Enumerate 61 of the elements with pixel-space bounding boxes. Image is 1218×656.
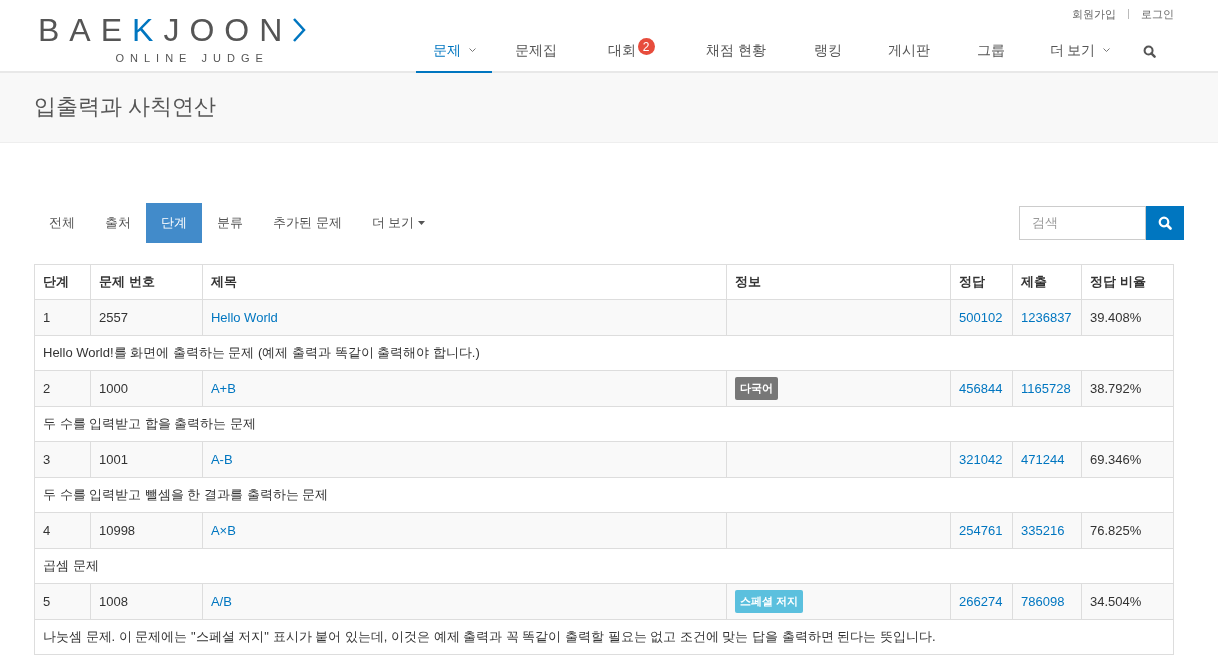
- table-cell: 69.346%: [1089, 451, 1142, 467]
- page-title: 입출력과 사칙연산: [34, 93, 217, 121]
- nav-item[interactable]: 대회 2: [580, 34, 682, 73]
- problem-link[interactable]: Hello World: [210, 309, 278, 325]
- notification-badge: 2: [637, 38, 655, 55]
- nav-item[interactable]: 문제집: [492, 34, 580, 73]
- table-cell: 4: [43, 522, 51, 538]
- nav-item[interactable]: 게시판: [866, 34, 952, 73]
- nav-item[interactable]: 랭킹: [790, 34, 866, 73]
- problem-link[interactable]: A/B: [210, 593, 232, 609]
- tab[interactable]: 출처: [90, 203, 146, 243]
- nav-item[interactable]: 더 보기: [1030, 34, 1130, 73]
- table-cell: 3: [43, 451, 51, 467]
- search-icon: [1142, 45, 1156, 58]
- logo-subtitle: ONLINE JUDGE: [115, 51, 269, 66]
- nav-item[interactable]: 채점 현황: [682, 34, 790, 73]
- table-cell: 10998: [98, 522, 136, 538]
- table-cell: 1: [43, 309, 51, 325]
- problem-description: 두 수를 입력받고 뺄셈을 한 결과를 출력하는 문제: [43, 487, 329, 503]
- table-cell: 34.504%: [1089, 593, 1142, 609]
- column-header: 정보: [726, 264, 951, 300]
- logo-wordmark[interactable]: BAE K JOON: [38, 10, 293, 50]
- nav-item[interactable]: 그룹: [952, 34, 1030, 73]
- table-cell: 2: [43, 380, 51, 396]
- caret-icon: [418, 221, 426, 225]
- table-cell: 76.825%: [1089, 522, 1142, 538]
- tab[interactable]: 단계: [146, 203, 202, 243]
- problem-description: 두 수를 입력받고 합을 출력하는 문제: [43, 416, 257, 432]
- column-header: 정답 비율: [1081, 264, 1174, 300]
- table-cell: 5: [43, 593, 51, 609]
- problem-description: Hello World!를 화면에 출력하는 문제 (예제 출력과 똑같이 출력해야 합니다.): [43, 345, 480, 361]
- table-cell: 1008: [98, 593, 128, 609]
- column-header: 정답: [950, 264, 1013, 300]
- search-field[interactable]: 검색: [1019, 206, 1146, 240]
- problem-description: 곱셈 문제: [43, 558, 99, 574]
- problem-link[interactable]: A+B: [210, 380, 236, 396]
- column-header: 제목: [202, 264, 727, 300]
- table-cell: 2557: [98, 309, 128, 325]
- chevron-icon: [292, 17, 307, 43]
- chevron-down-icon: [1103, 48, 1111, 53]
- table-cell: 1001: [98, 451, 128, 467]
- tag-label: 다국어: [735, 377, 779, 400]
- chevron-down-icon: [468, 48, 476, 53]
- problem-link[interactable]: A-B: [210, 451, 233, 467]
- header-link[interactable]: 로그인: [1141, 6, 1174, 23]
- tab[interactable]: 추가된 문제: [258, 203, 357, 243]
- problem-link[interactable]: A×B: [210, 522, 236, 538]
- search-button[interactable]: [1146, 206, 1184, 240]
- tab[interactable]: 분류: [202, 203, 258, 243]
- search-icon: [1158, 216, 1172, 230]
- tab[interactable]: 전체: [34, 203, 90, 243]
- table-cell: 38.792%: [1089, 380, 1142, 396]
- column-header: 문제 번호: [90, 264, 203, 300]
- column-header: 제출: [1012, 264, 1082, 300]
- table-cell: 1000: [98, 380, 128, 396]
- tag-label: 스페셜 저지: [735, 590, 804, 613]
- column-header: 단계: [34, 264, 91, 300]
- table-cell: 39.408%: [1089, 309, 1142, 325]
- tab[interactable]: 더 보기: [356, 203, 441, 243]
- problem-description: 나눗셈 문제. 이 문제에는 "스페셜 저지" 표시가 붙어 있는데, 이것은 예제 출력과 꼭 똑같이 출력할 필요는 없고 조건에 맞는 답을 출력하면 된다는 뜻입니다.: [43, 629, 936, 645]
- header-link[interactable]: 회원가입: [1072, 6, 1116, 23]
